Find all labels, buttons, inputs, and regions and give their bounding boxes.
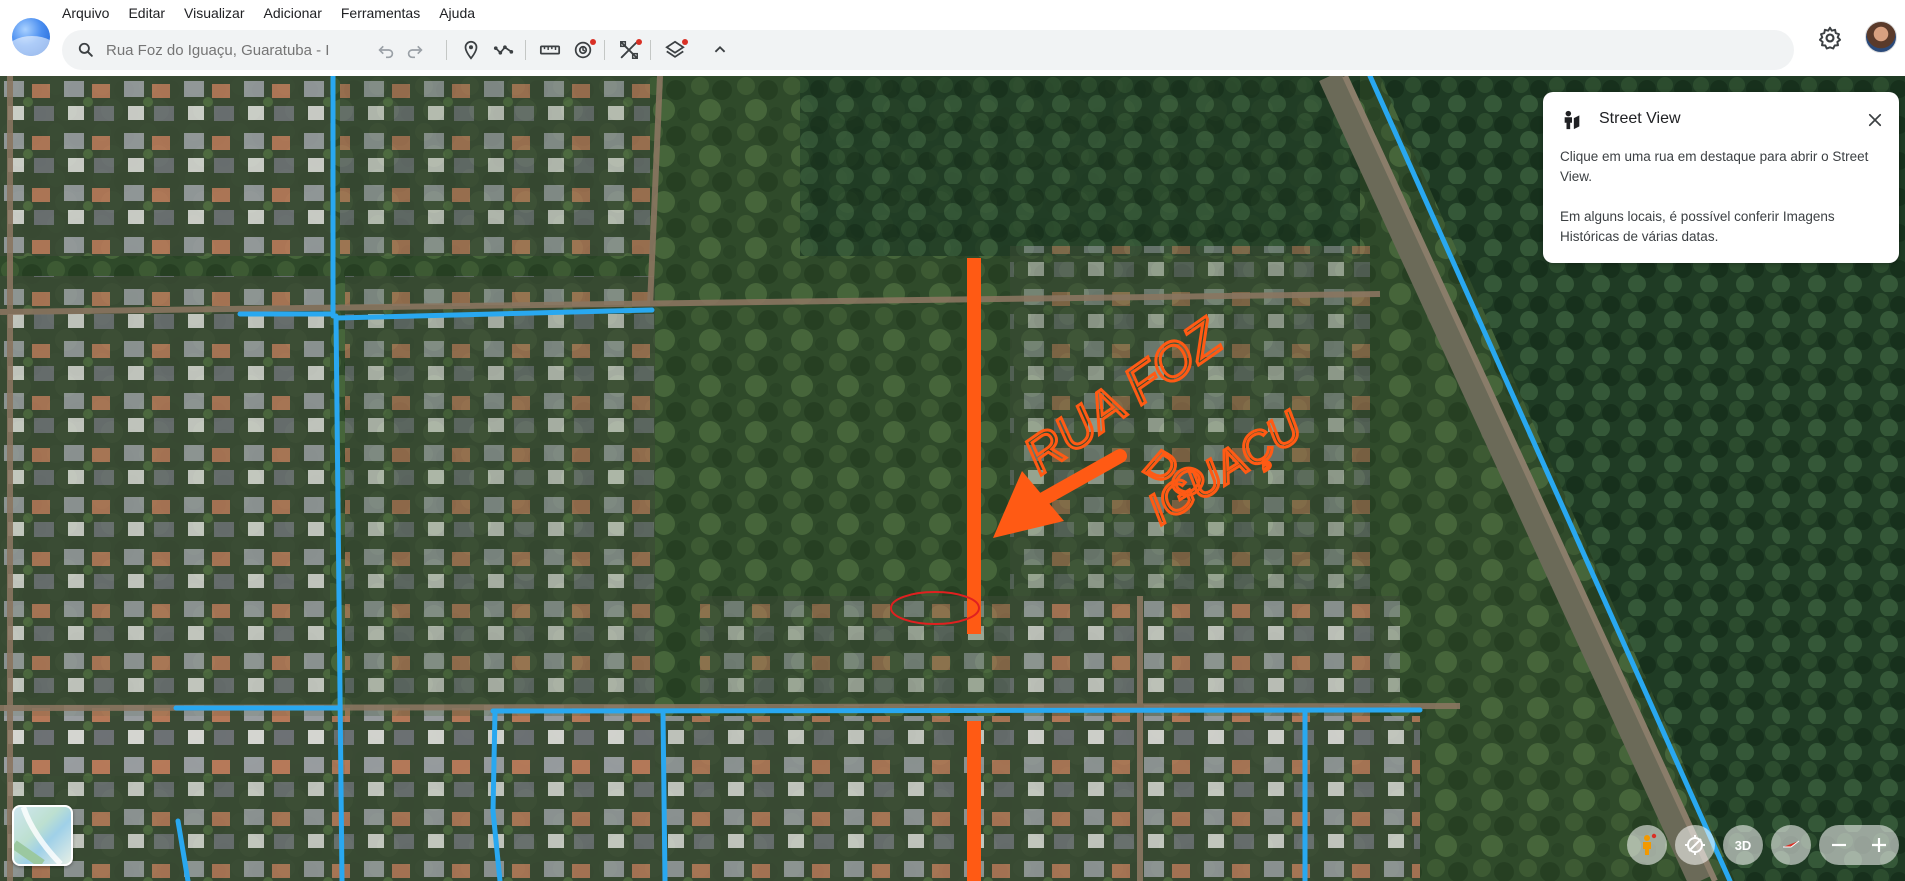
toolbar xyxy=(62,30,1794,70)
placemark-icon xyxy=(464,40,478,60)
menu-ajuda[interactable]: Ajuda xyxy=(439,3,486,23)
zoom-out-button[interactable] xyxy=(1819,825,1859,865)
compass-reset-icon xyxy=(1685,835,1705,855)
settings-button[interactable] xyxy=(1817,25,1843,51)
tools-button[interactable] xyxy=(616,38,642,62)
undo-button[interactable] xyxy=(373,38,399,62)
menu-arquivo[interactable]: Arquivo xyxy=(62,3,120,23)
collapse-toolbar-button[interactable] xyxy=(707,38,733,62)
pegman-icon xyxy=(1643,833,1657,855)
menu-bar: Arquivo Editar Visualizar Adicionar Ferr… xyxy=(62,3,494,23)
toolbar-divider xyxy=(525,40,526,60)
toggle-3d-label: 3D xyxy=(1734,837,1752,853)
close-button[interactable] xyxy=(1863,108,1887,132)
close-icon xyxy=(1868,113,1882,127)
compass-needle-icon xyxy=(1783,840,1800,848)
ruler-icon xyxy=(539,45,561,55)
minus-icon xyxy=(1832,843,1846,847)
zoom-in-button[interactable] xyxy=(1859,825,1899,865)
menu-editar[interactable]: Editar xyxy=(128,3,176,23)
measure-button[interactable] xyxy=(537,38,563,62)
avatar[interactable] xyxy=(1865,21,1897,53)
street-view-description: Clique em uma rua em destaque para abrir… xyxy=(1560,149,1869,184)
notification-dot xyxy=(636,39,642,45)
gear-icon xyxy=(1818,26,1842,50)
toggle-3d-button[interactable]: 3D xyxy=(1723,825,1763,865)
street-view-panel: Street View Clique em uma rua em destaqu… xyxy=(1543,92,1899,263)
redo-button[interactable] xyxy=(402,38,428,62)
menu-adicionar[interactable]: Adicionar xyxy=(263,3,332,23)
pegman-button[interactable] xyxy=(1627,825,1667,865)
reset-tilt-button[interactable] xyxy=(1675,825,1715,865)
street-view-pegman-icon xyxy=(1561,109,1583,131)
notification-dot xyxy=(682,39,688,45)
street-view-history-note: Em alguns locais, é possível conferir Im… xyxy=(1560,209,1835,244)
toolbar-divider xyxy=(446,40,447,60)
menu-ferramentas[interactable]: Ferramentas xyxy=(341,3,431,23)
street-view-title: Street View xyxy=(1599,110,1681,127)
map-style-button[interactable] xyxy=(662,38,688,62)
historical-imagery-button[interactable] xyxy=(570,38,596,62)
compass-button[interactable] xyxy=(1771,825,1811,865)
zoom-controls xyxy=(1819,825,1899,865)
google-earth-app: RUA FOZ DO IGUAÇU Arquivo Editar Visuali… xyxy=(0,0,1905,881)
add-path-button[interactable] xyxy=(491,38,517,62)
search-input[interactable] xyxy=(106,38,416,62)
plus-icon xyxy=(1872,838,1886,852)
google-earth-logo-icon[interactable] xyxy=(12,18,50,56)
undo-icon xyxy=(378,45,394,59)
toolbar-divider xyxy=(650,40,651,60)
path-icon xyxy=(493,45,514,55)
minimap-thumbnail[interactable] xyxy=(12,805,73,866)
search-icon[interactable] xyxy=(76,40,96,60)
redo-icon xyxy=(407,45,423,59)
collapse-chevron-icon xyxy=(714,45,726,53)
top-bar: Arquivo Editar Visualizar Adicionar Ferr… xyxy=(0,0,1905,76)
menu-visualizar[interactable]: Visualizar xyxy=(184,3,255,23)
notification-dot xyxy=(590,39,596,45)
toolbar-divider xyxy=(604,40,605,60)
add-placemark-button[interactable] xyxy=(458,38,484,62)
